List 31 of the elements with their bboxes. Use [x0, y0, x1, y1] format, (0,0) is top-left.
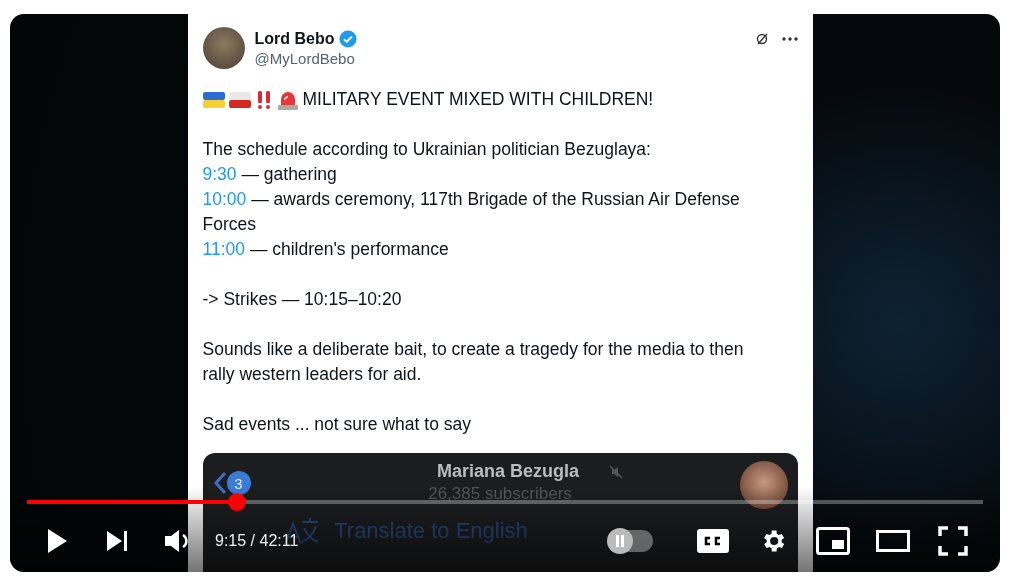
play-icon — [46, 528, 68, 554]
tweet-text: Sad events ... not sure what to say — [202, 413, 472, 436]
schedule-line: 10:00 — awards ceremony, 117th Brigade of the Russian Air Defense Forces — [202, 188, 741, 236]
back-icon — [212, 471, 227, 495]
video-player[interactable] — [10, 14, 1000, 572]
miniplayer-icon — [816, 527, 850, 555]
subscriber-count: 26,385 subscribers — [428, 484, 572, 504]
autoplay-toggle[interactable] — [609, 530, 653, 552]
channel-avatar — [739, 461, 788, 509]
flag-icon — [228, 91, 251, 108]
author-handle: @MyLordBebo — [254, 49, 356, 67]
skip-next-icon — [105, 529, 129, 553]
tweet-headline: MILITARY EVENT MIXED WITH CHILDREN! — [302, 88, 654, 111]
unread-count: 3 — [226, 471, 251, 495]
channel-name: Mariana Bezugla — [436, 461, 579, 482]
translate-link[interactable]: Translate to English — [334, 518, 528, 544]
tweet-text: Sounds like a deliberate bait, to create a tragedy for the media to then rally western leaders for aid. — [202, 338, 745, 386]
rectangle-icon — [876, 530, 910, 552]
flag-icon — [202, 91, 225, 108]
author-name: Lord Bebo — [254, 29, 335, 48]
schedule-line: 9:30 — gathering — [202, 163, 338, 186]
fullscreen-icon — [938, 526, 968, 556]
pause-icon — [615, 535, 625, 547]
time-display: 9:15 / 42:11 — [215, 532, 299, 550]
volume-icon — [163, 528, 191, 554]
avatar — [202, 27, 245, 69]
schedule-line: 11:00 — children's performance — [202, 238, 450, 261]
more-icon[interactable] — [781, 37, 798, 41]
captions-icon — [697, 529, 729, 553]
tweet-text: The schedule according to Ukrainian politician Bezuglaya: — [202, 138, 652, 161]
tweet-text: -> Strikes — 10:15–10:20 — [202, 288, 403, 311]
